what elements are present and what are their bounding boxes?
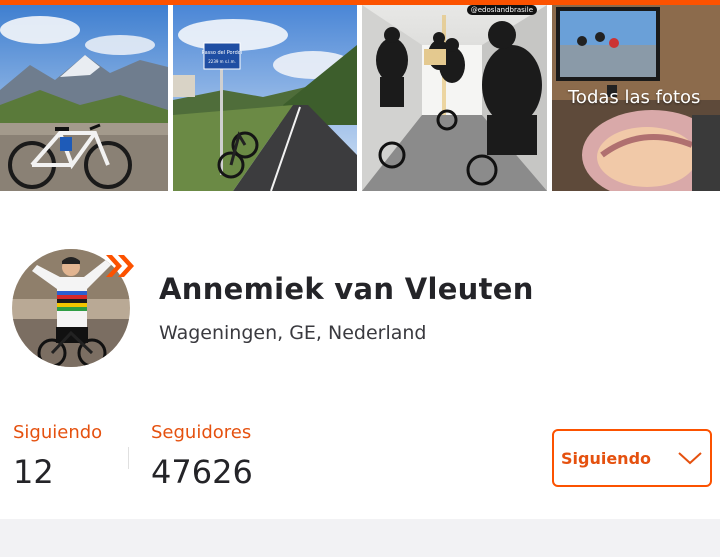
gallery-photo-tunnel-riders[interactable]: @edoslandbrasile: [362, 5, 547, 191]
photo-gallery: Passo del Pordoi 2239 m s.l.m. @edosland…: [0, 5, 720, 191]
all-photos-link[interactable]: Todas las fotos: [568, 87, 700, 108]
following-button-label: Siguiendo: [560, 448, 652, 468]
chevron-down-icon: [678, 452, 702, 465]
athlete-location: Wageningen, GE, Nederland: [159, 322, 427, 344]
athlete-avatar[interactable]: [12, 249, 134, 367]
gallery-photo-bike-mountains[interactable]: [0, 5, 168, 191]
following-label: Siguiendo: [13, 422, 103, 443]
stat-divider: [128, 447, 129, 469]
gallery-photo-all-photos[interactable]: Todas las fotos: [552, 5, 720, 191]
following-count: 12: [13, 453, 54, 491]
following-dropdown-button[interactable]: Siguiendo: [552, 429, 712, 487]
following-stat[interactable]: Siguiendo 12: [13, 422, 102, 491]
pass-sign-line1: Passo del Pordoi: [202, 50, 242, 56]
followers-count: 47626: [151, 453, 253, 491]
section-separator: [0, 519, 720, 557]
gallery-photo-pass-sign[interactable]: Passo del Pordoi 2239 m s.l.m.: [173, 5, 357, 191]
pass-sign-line2: 2239 m s.l.m.: [208, 59, 236, 64]
athlete-name: Annemiek van Vleuten: [159, 272, 534, 306]
followers-label: Seguidores: [151, 422, 252, 443]
subscriber-chevron-icon: [106, 255, 134, 277]
photo-watermark: @edoslandbrasile: [466, 5, 537, 15]
followers-stat[interactable]: Seguidores 47626: [151, 422, 253, 491]
